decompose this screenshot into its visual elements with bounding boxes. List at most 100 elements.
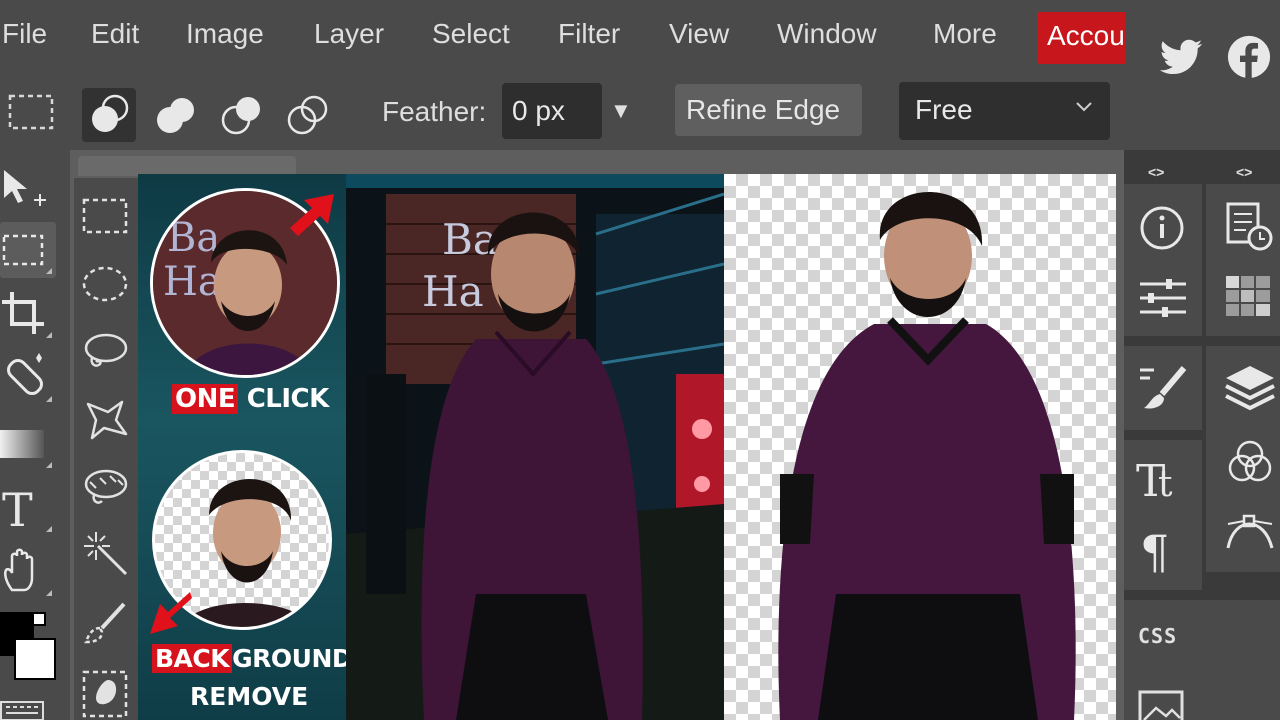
selection-mode-value: Free [915, 94, 973, 125]
selection-subtract-button[interactable] [214, 88, 268, 142]
menu-layer[interactable]: Layer [314, 18, 384, 50]
background-rest: GROUND [232, 644, 346, 673]
feather-label: Feather: [382, 96, 487, 127]
svg-text:t: t [1158, 464, 1173, 505]
type-tool[interactable]: T [0, 480, 56, 537]
layers-icon[interactable] [1220, 358, 1280, 418]
svg-text:Ha: Ha [163, 259, 222, 305]
tool-more-indicator [46, 526, 52, 532]
channels-icon[interactable] [1220, 432, 1280, 492]
crop-tool[interactable] [0, 286, 56, 342]
collapse-left-toggle[interactable]: <> [1148, 164, 1164, 180]
polygon-lasso-icon [86, 400, 128, 440]
move-icon [4, 170, 46, 206]
paragraph-icon[interactable]: ¶ [1134, 518, 1194, 578]
quick-select-brush-tool[interactable] [80, 598, 132, 650]
intersect-selection-icon [287, 95, 328, 135]
default-colors-icon[interactable] [32, 612, 46, 626]
one-click-highlight: ONE [172, 384, 239, 414]
selection-new-button[interactable] [82, 88, 136, 142]
one-click-rest: CLICK [246, 384, 330, 414]
image-panel-icon[interactable] [1138, 690, 1184, 720]
svg-text:T: T [2, 483, 33, 536]
cutout-person-figure [778, 191, 1076, 720]
arrow-pointer-icon [150, 592, 192, 634]
magic-wand-tool[interactable] [80, 528, 132, 580]
lasso-tool[interactable] [80, 326, 132, 378]
svg-text:Ba: Ba [167, 215, 220, 261]
brush-settings-icon[interactable] [1134, 358, 1194, 418]
healing-tool[interactable] [0, 350, 56, 406]
magic-wand-icon [84, 532, 128, 576]
feather-input[interactable]: 0 px [502, 83, 602, 139]
selection-tool-flyout [74, 178, 138, 720]
options-bar: Feather: 0 px ▼ Refine Edge Free [0, 80, 1125, 148]
menu-view[interactable]: View [669, 18, 729, 50]
background-color-swatch[interactable] [14, 638, 56, 680]
background-caption: BACK GROUND [152, 644, 346, 673]
quick-select-icon [84, 602, 126, 644]
arrow-pointer-icon [290, 194, 334, 236]
css-panel-label[interactable]: CSS [1138, 624, 1177, 648]
menu-select[interactable]: Select [432, 18, 510, 50]
info-icon[interactable] [1134, 198, 1194, 258]
add-selection-icon [157, 98, 194, 133]
menu-more[interactable]: More [933, 18, 997, 50]
document-tab[interactable] [78, 156, 296, 176]
move-tool[interactable] [0, 164, 56, 220]
chevron-down-icon [1076, 102, 1092, 112]
tool-more-indicator [46, 268, 52, 274]
tool-more-indicator [46, 332, 52, 338]
new-selection-icon [92, 94, 129, 132]
character-icon[interactable]: T t [1134, 446, 1194, 506]
tools-panel: T [0, 150, 70, 720]
menu-bar: File Edit Image Layer Select Filter View… [0, 0, 1125, 80]
facebook-icon[interactable] [1226, 34, 1272, 80]
hand-tool[interactable] [0, 544, 56, 600]
original-photo-scene: Ba Ha [346, 174, 724, 720]
twitter-icon[interactable] [1158, 34, 1204, 80]
menu-file[interactable]: File [2, 18, 47, 50]
transparent-result-canvas [724, 174, 1116, 720]
selection-mode-select[interactable]: Free [899, 82, 1110, 140]
background-highlight: BACK [152, 644, 233, 673]
svg-text:¶: ¶ [1140, 525, 1169, 578]
tool-more-indicator [46, 396, 52, 402]
swatches-icon[interactable] [1220, 266, 1280, 326]
ellipse-marquee-tool[interactable] [80, 258, 132, 310]
selection-intersect-button[interactable] [280, 88, 334, 142]
svg-text:Ha: Ha [422, 267, 484, 316]
remove-caption: REMOVE [190, 682, 309, 711]
gradient-tool[interactable] [0, 416, 56, 472]
feather-dropdown-icon[interactable]: ▼ [610, 98, 632, 124]
subtract-selection-icon [221, 97, 260, 135]
rect-marquee-tool[interactable] [80, 190, 132, 242]
history-icon[interactable] [1220, 196, 1280, 256]
keyboard-icon[interactable] [0, 700, 44, 720]
selection-add-button[interactable] [148, 88, 202, 142]
refine-edge-button[interactable]: Refine Edge [675, 84, 862, 136]
original-photo: Ba Ha [346, 174, 724, 720]
magnetic-lasso-tool[interactable] [80, 462, 132, 514]
selection-brush-tool[interactable] [80, 668, 132, 720]
tool-more-indicator [46, 590, 52, 596]
marquee-tool[interactable] [0, 222, 56, 278]
account-button[interactable]: Accou [1037, 12, 1125, 64]
menu-window[interactable]: Window [777, 18, 877, 50]
adjustments-icon[interactable] [1134, 268, 1194, 328]
polygon-lasso-tool[interactable] [80, 394, 132, 446]
lasso-icon [84, 333, 128, 367]
rect-marquee-icon [82, 198, 128, 234]
magnetic-lasso-icon [84, 469, 128, 504]
menu-filter[interactable]: Filter [558, 18, 620, 50]
menu-image[interactable]: Image [186, 18, 264, 50]
rect-select-option-icon[interactable] [8, 94, 54, 130]
menu-edit[interactable]: Edit [91, 18, 139, 50]
svg-text:Ba: Ba [442, 215, 498, 264]
selection-brush-icon [82, 670, 128, 718]
thumbnail-panel-image: Ba Ha ONE CLICK BACK GROUND REMOVE [138, 174, 346, 720]
collapse-right-toggle[interactable]: <> [1236, 164, 1252, 180]
paths-icon[interactable] [1220, 502, 1280, 562]
workspace: Ba Ha ONE CLICK BACK GROUND REMOVE Ba Ha [70, 150, 1124, 720]
ellipse-marquee-icon [82, 266, 128, 302]
